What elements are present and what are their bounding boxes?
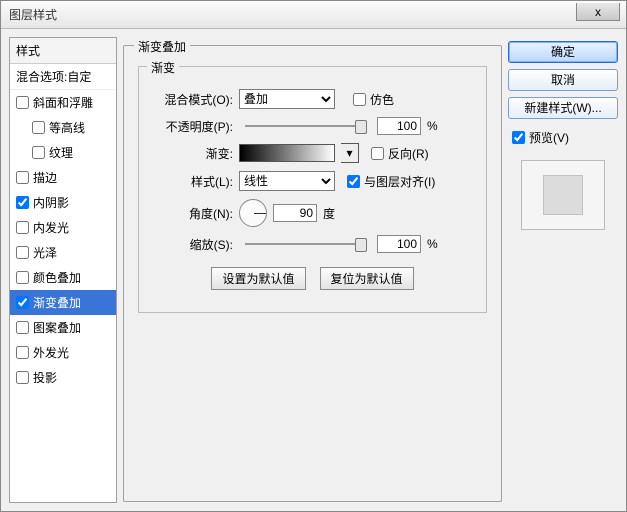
reverse-checkbox[interactable] (371, 147, 384, 160)
angle-unit: 度 (323, 205, 335, 222)
titlebar: 图层样式 x (1, 1, 626, 29)
dither-checkbox-label[interactable]: 仿色 (353, 91, 394, 108)
style-item-1[interactable]: 等高线 (10, 115, 116, 140)
style-item-label: 纹理 (49, 144, 73, 161)
style-item-checkbox[interactable] (32, 146, 45, 159)
style-item-6[interactable]: 光泽 (10, 240, 116, 265)
scale-label: 缩放(S): (153, 236, 233, 253)
styles-list-panel: 样式 混合选项:自定 斜面和浮雕等高线纹理描边内阴影内发光光泽颜色叠加渐变叠加图… (9, 37, 117, 503)
style-item-11[interactable]: 投影 (10, 365, 116, 390)
gradient-label: 渐变: (153, 145, 233, 162)
style-item-3[interactable]: 描边 (10, 165, 116, 190)
ok-button[interactable]: 确定 (508, 41, 618, 63)
style-item-checkbox[interactable] (16, 346, 29, 359)
styles-header: 样式 (10, 38, 116, 64)
make-default-button[interactable]: 设置为默认值 (211, 267, 305, 290)
style-item-checkbox[interactable] (16, 171, 29, 184)
gradient-inner-group: 渐变 混合模式(O): 叠加 仿色 不透明度(P): (138, 66, 487, 313)
style-item-label: 内发光 (33, 219, 69, 236)
reverse-checkbox-label[interactable]: 反向(R) (371, 145, 429, 162)
layer-style-dialog: 图层样式 x 样式 混合选项:自定 斜面和浮雕等高线纹理描边内阴影内发光光泽颜色… (0, 0, 627, 512)
gradient-preview[interactable] (239, 144, 335, 162)
reset-default-button[interactable]: 复位为默认值 (320, 267, 414, 290)
style-item-9[interactable]: 图案叠加 (10, 315, 116, 340)
style-item-label: 图案叠加 (33, 319, 81, 336)
opacity-slider[interactable] (245, 125, 365, 127)
close-button[interactable]: x (576, 3, 620, 21)
style-item-checkbox[interactable] (16, 271, 29, 284)
blend-mode-label: 混合模式(O): (153, 91, 233, 108)
style-item-5[interactable]: 内发光 (10, 215, 116, 240)
angle-input[interactable] (273, 204, 317, 222)
style-item-checkbox[interactable] (16, 96, 29, 109)
style-item-4[interactable]: 内阴影 (10, 190, 116, 215)
style-item-label: 渐变叠加 (33, 294, 81, 311)
gradient-dropdown-button[interactable]: ▾ (341, 143, 359, 163)
style-item-label: 内阴影 (33, 194, 69, 211)
style-item-label: 描边 (33, 169, 57, 186)
angle-dial[interactable] (239, 199, 267, 227)
inner-title: 渐变 (147, 59, 179, 76)
opacity-unit: % (427, 119, 438, 133)
align-checkbox-label[interactable]: 与图层对齐(I) (347, 173, 435, 190)
style-item-checkbox[interactable] (16, 321, 29, 334)
style-item-checkbox[interactable] (16, 221, 29, 234)
style-item-label: 光泽 (33, 244, 57, 261)
opacity-label: 不透明度(P): (153, 118, 233, 135)
style-label: 样式(L): (153, 173, 233, 190)
style-item-10[interactable]: 外发光 (10, 340, 116, 365)
style-item-label: 斜面和浮雕 (33, 94, 93, 111)
style-item-label: 投影 (33, 369, 57, 386)
new-style-button[interactable]: 新建样式(W)... (508, 97, 618, 119)
gradient-overlay-group: 渐变叠加 渐变 混合模式(O): 叠加 仿色 不透明度(P): (123, 45, 502, 502)
style-item-label: 颜色叠加 (33, 269, 81, 286)
style-select[interactable]: 线性 (239, 171, 335, 191)
cancel-button[interactable]: 取消 (508, 69, 618, 91)
settings-panel: 渐变叠加 渐变 混合模式(O): 叠加 仿色 不透明度(P): (123, 37, 502, 503)
preview-checkbox-label[interactable]: 预览(V) (508, 129, 618, 146)
angle-label: 角度(N): (153, 205, 233, 222)
blend-mode-select[interactable]: 叠加 (239, 89, 335, 109)
dialog-title: 图层样式 (9, 6, 57, 23)
preview-checkbox[interactable] (512, 131, 525, 144)
blending-options-row[interactable]: 混合选项:自定 (10, 64, 116, 90)
group-title: 渐变叠加 (134, 38, 190, 55)
dither-checkbox[interactable] (353, 93, 366, 106)
style-item-7[interactable]: 颜色叠加 (10, 265, 116, 290)
scale-slider[interactable] (245, 243, 365, 245)
preview-swatch (543, 175, 583, 215)
style-item-8[interactable]: 渐变叠加 (10, 290, 116, 315)
style-item-checkbox[interactable] (16, 296, 29, 309)
close-icon: x (595, 5, 601, 19)
style-item-checkbox[interactable] (32, 121, 45, 134)
scale-unit: % (427, 237, 438, 251)
scale-input[interactable] (377, 235, 421, 253)
opacity-input[interactable] (377, 117, 421, 135)
preview-box (521, 160, 605, 230)
style-item-checkbox[interactable] (16, 371, 29, 384)
style-item-label: 外发光 (33, 344, 69, 361)
style-item-checkbox[interactable] (16, 246, 29, 259)
style-item-2[interactable]: 纹理 (10, 140, 116, 165)
style-item-0[interactable]: 斜面和浮雕 (10, 90, 116, 115)
align-checkbox[interactable] (347, 175, 360, 188)
style-item-checkbox[interactable] (16, 196, 29, 209)
style-item-label: 等高线 (49, 119, 85, 136)
right-buttons-panel: 确定 取消 新建样式(W)... 预览(V) (508, 37, 618, 503)
